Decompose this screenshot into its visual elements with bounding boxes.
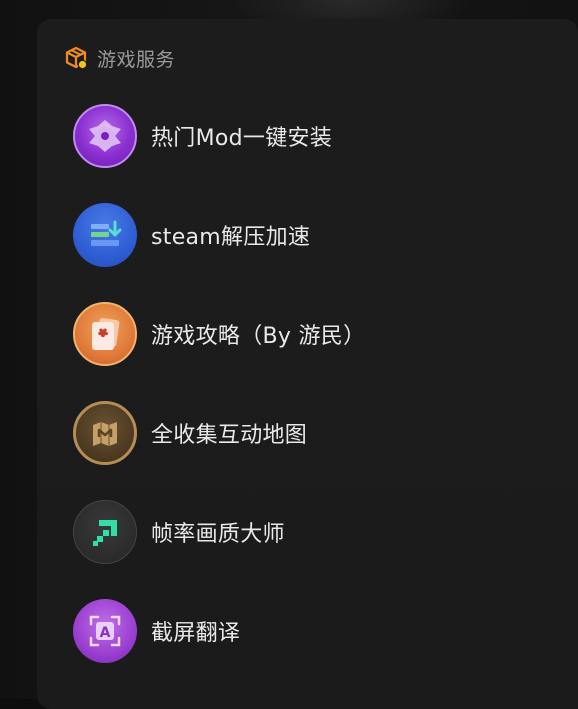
service-item-steam-accelerate[interactable]: steam解压加速 [73,202,553,268]
service-item-interactive-map[interactable]: 全收集互动地图 [73,400,553,466]
service-item-label: steam解压加速 [151,225,311,250]
interactive-map-icon [73,401,137,465]
svg-text:A: A [100,625,111,641]
fps-quality-icon [73,500,137,564]
service-item-screenshot-translate[interactable]: A 截屏翻译 [73,598,553,664]
game-services-panel: 游戏服务 热门Mod一键安装 steam解压加速 游戏攻略（By 游民） 全收集… [37,19,578,709]
panel-title: 游戏服务 [97,48,176,71]
service-list: 热门Mod一键安装 steam解压加速 游戏攻略（By 游民） 全收集互动地图 … [73,103,553,697]
service-item-game-guide[interactable]: 游戏攻略（By 游民） [73,301,553,367]
box-icon [63,45,89,71]
service-item-mod-install[interactable]: 热门Mod一键安装 [73,103,553,169]
service-item-label: 游戏攻略（By 游民） [151,324,366,349]
mod-install-icon [73,104,137,168]
service-item-label: 全收集互动地图 [151,423,308,448]
screenshot-translate-icon: A [73,599,137,663]
panel-header: 游戏服务 [63,45,175,71]
steam-accelerate-icon [73,203,137,267]
service-item-label: 热门Mod一键安装 [151,126,333,151]
service-item-label: 帧率画质大师 [151,522,285,547]
service-item-fps-quality[interactable]: 帧率画质大师 [73,499,553,565]
service-item-label: 截屏翻译 [151,621,241,646]
game-guide-icon [73,302,137,366]
